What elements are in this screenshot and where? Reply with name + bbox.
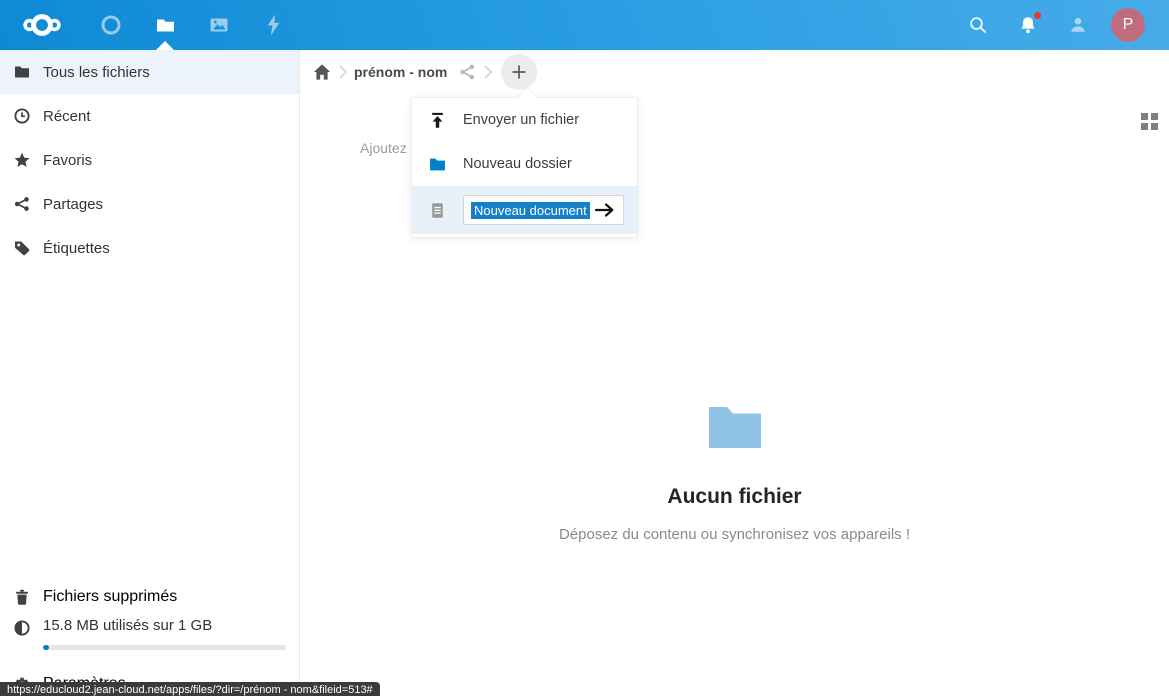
sidebar-item-all-files[interactable]: Tous les fichiers bbox=[0, 50, 299, 94]
nextcloud-logo[interactable] bbox=[0, 10, 84, 40]
header-right-actions: P bbox=[953, 0, 1169, 50]
sidebar-item-label: Récent bbox=[43, 108, 91, 125]
contacts-icon bbox=[1068, 15, 1088, 35]
sidebar-item-tags[interactable]: Étiquettes bbox=[0, 226, 299, 270]
home-icon bbox=[313, 63, 331, 81]
clock-icon bbox=[14, 108, 30, 124]
search-icon bbox=[968, 15, 988, 35]
empty-state-subtitle: Déposez du contenu ou synchronisez vos a… bbox=[300, 526, 1169, 543]
upload-icon bbox=[428, 111, 446, 129]
files-app-icon bbox=[155, 15, 176, 36]
new-button[interactable] bbox=[501, 54, 537, 90]
files-sidebar: Tous les fichiers Récent Favoris bbox=[0, 50, 300, 696]
user-menu[interactable]: P bbox=[1103, 0, 1153, 50]
activity-app-icon bbox=[265, 14, 282, 36]
sidebar-item-shares[interactable]: Partages bbox=[0, 182, 299, 226]
new-document-submit-button[interactable] bbox=[590, 202, 616, 218]
contacts-button[interactable] bbox=[1053, 0, 1103, 50]
sidebar-item-recent[interactable]: Récent bbox=[0, 94, 299, 138]
menu-item-new-document[interactable]: Nouveau document bbox=[412, 186, 637, 234]
empty-state-title: Aucun fichier bbox=[300, 485, 1169, 509]
app-photos[interactable] bbox=[192, 0, 246, 50]
new-document-input[interactable]: Nouveau document bbox=[463, 195, 624, 225]
nextcloud-logo-icon bbox=[16, 10, 68, 40]
grid-icon bbox=[1141, 113, 1148, 120]
menu-item-new-folder[interactable]: Nouveau dossier bbox=[412, 142, 637, 186]
grid-icon bbox=[1151, 123, 1158, 130]
arrow-right-icon bbox=[594, 202, 616, 218]
folder-icon bbox=[428, 155, 446, 173]
folder-icon bbox=[14, 64, 30, 80]
quota-progress-track bbox=[43, 645, 286, 650]
tag-icon bbox=[14, 240, 30, 256]
grid-icon bbox=[1141, 123, 1148, 130]
sidebar-item-deleted-files[interactable]: Fichiers supprimés bbox=[0, 575, 299, 619]
empty-folder-state: Aucun fichier Déposez du contenu ou sync… bbox=[300, 405, 1169, 543]
big-folder-icon bbox=[707, 405, 763, 450]
sidebar-item-label: Étiquettes bbox=[43, 240, 110, 257]
app-activity[interactable] bbox=[246, 0, 300, 50]
trash-icon bbox=[14, 589, 30, 605]
breadcrumb-separator bbox=[483, 61, 493, 83]
new-document-input-value: Nouveau document bbox=[471, 202, 590, 219]
notification-dot bbox=[1034, 12, 1041, 19]
grid-icon bbox=[1151, 113, 1158, 120]
sidebar-item-label: Tous les fichiers bbox=[43, 64, 150, 81]
app-circles[interactable] bbox=[84, 0, 138, 50]
star-icon bbox=[14, 152, 30, 168]
share-icon bbox=[458, 63, 476, 81]
view-grid-toggle[interactable] bbox=[1141, 113, 1158, 130]
status-bar-url: https://educloud2.jean-cloud.net/apps/fi… bbox=[0, 682, 380, 696]
search-button[interactable] bbox=[953, 0, 1003, 50]
files-main-area: prénom - nom bbox=[300, 50, 1169, 696]
sidebar-item-label: Partages bbox=[43, 196, 103, 213]
menu-item-label: Nouveau dossier bbox=[463, 156, 572, 172]
document-icon bbox=[428, 201, 446, 219]
sidebar-item-label: Favoris bbox=[43, 152, 92, 169]
breadcrumb-separator bbox=[338, 61, 348, 83]
nextcloud-window: P Tous les fichiers Récent bbox=[0, 0, 1169, 696]
sidebar-item-label: Fichiers supprimés bbox=[43, 588, 177, 606]
notifications-button[interactable] bbox=[1003, 0, 1053, 50]
app-files[interactable] bbox=[138, 0, 192, 50]
breadcrumb-share-button[interactable] bbox=[457, 62, 477, 82]
plus-icon bbox=[510, 63, 528, 81]
circles-app-icon bbox=[100, 14, 122, 36]
menu-item-label: Envoyer un fichier bbox=[463, 112, 579, 128]
quota-pie-icon bbox=[14, 620, 30, 636]
avatar[interactable]: P bbox=[1111, 8, 1145, 42]
active-app-caret bbox=[156, 41, 174, 50]
breadcrumb: prénom - nom bbox=[300, 50, 537, 94]
menu-item-upload-file[interactable]: Envoyer un fichier bbox=[412, 98, 637, 142]
breadcrumb-home[interactable] bbox=[312, 62, 332, 82]
quota-label: 15.8 MB utilisés sur 1 GB bbox=[43, 615, 212, 637]
photos-app-icon bbox=[209, 15, 229, 35]
top-header-bar: P bbox=[0, 0, 1169, 50]
avatar-initial: P bbox=[1123, 16, 1134, 34]
quota-progress-fill bbox=[43, 645, 49, 650]
sidebar-item-favorites[interactable]: Favoris bbox=[0, 138, 299, 182]
quota-section: 15.8 MB utilisés sur 1 GB bbox=[0, 615, 299, 650]
breadcrumb-current-folder[interactable]: prénom - nom bbox=[354, 64, 447, 80]
share-icon bbox=[14, 196, 30, 212]
new-menu-dropdown: Envoyer un fichier Nouveau dossier bbox=[411, 97, 638, 238]
